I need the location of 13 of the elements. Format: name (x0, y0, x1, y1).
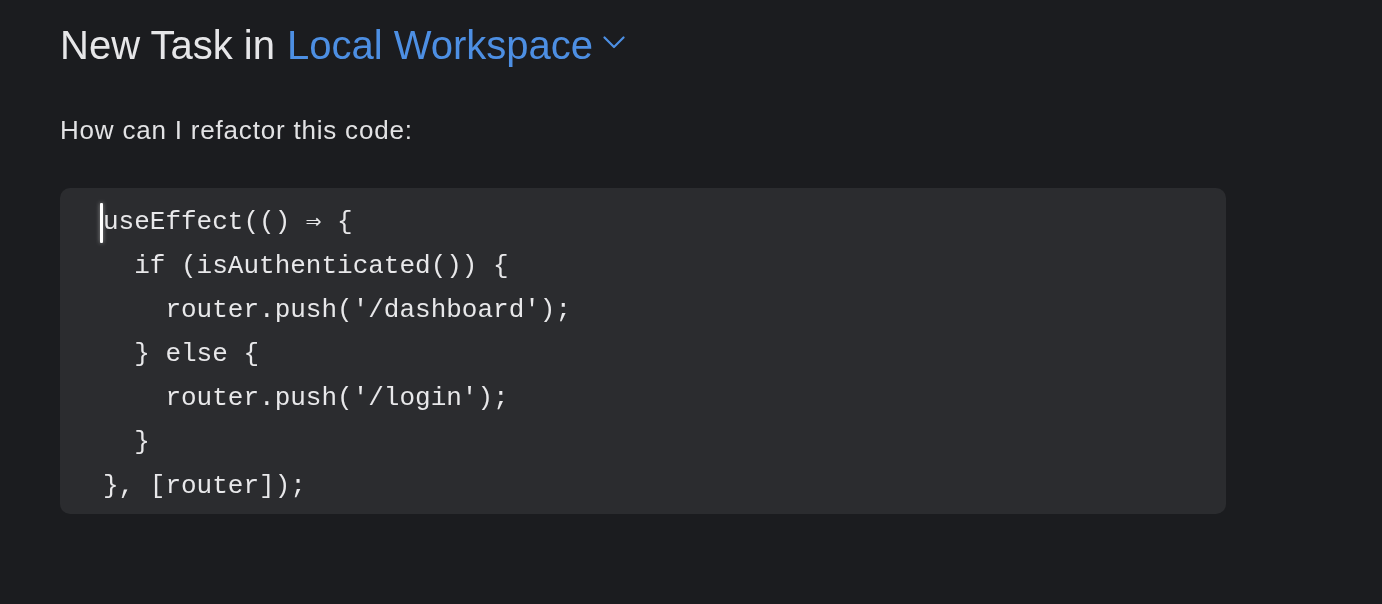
text-caret-icon (100, 203, 103, 243)
code-line: }, [router]); (103, 470, 306, 503)
code-line: router.push('/login'); (164, 382, 509, 415)
code-line: } else { (133, 338, 260, 371)
chevron-down-icon (603, 35, 625, 49)
prompt-text: How can I refactor this code: (60, 114, 413, 146)
code-input[interactable]: useEffect(() ⇒ { if (isAuthenticated()) { router.push('/dashboard'); } else { router.push('/login'); } }, [router]); (60, 188, 1226, 514)
code-line: router.push('/dashboard'); (164, 294, 572, 327)
new-task-title: New Task in (60, 22, 275, 69)
code-line: if (isAuthenticated()) { (133, 250, 509, 283)
workspace-dropdown[interactable]: Local Workspace (286, 21, 625, 69)
code-line: useEffect(() ⇒ { (103, 206, 353, 239)
code-line: } (133, 426, 150, 459)
